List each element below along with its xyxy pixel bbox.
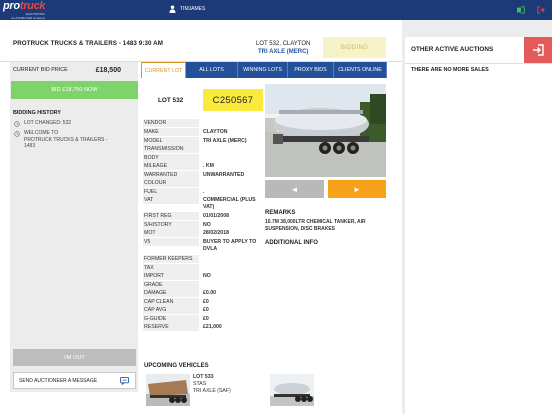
top-bar: [0, 0, 552, 20]
spec-row-damage: DAMAGE £0.00: [143, 289, 216, 298]
spec-row-import: IMPORT NO: [143, 272, 211, 281]
other-auctions-panel: [405, 37, 552, 414]
clock-icon: [14, 130, 20, 137]
bidding-history-title: BIDDING HISTORY: [13, 110, 61, 116]
current-bid-label: CURRENT BID PRICE: [13, 67, 68, 73]
spec-row-cap-avg: CAP AVG £0: [143, 306, 209, 315]
upcoming-lot: LOT 533: [193, 374, 214, 380]
spec-row-reserve: RESERVE £21,000: [143, 323, 222, 332]
user-icon: [169, 5, 176, 13]
spec-row-mileage: MILEAGE. KM: [143, 162, 214, 171]
spec-row-mot: MOT 28/02/2018: [143, 229, 229, 238]
tab-clients-online[interactable]: CLIENTS ONLINE: [334, 62, 387, 78]
divider: [405, 63, 552, 64]
history-text: WELCOME TO PROTRUCK TRUCKS & TRAILERS - …: [24, 130, 108, 149]
remarks-body: 10.7M 38,000LTR CHEMICAL TANKER, AIR SUS…: [265, 219, 366, 232]
current-bid-price: CURRENT BID PRICE £18,500: [10, 62, 138, 78]
spec-row-vat: VAT COMMERCIAL (PLUS VAT): [143, 196, 256, 210]
protruck-logo: protruck ELECTRONIC an ATA/BUYER company: [3, 0, 47, 21]
enter-auction-button[interactable]: [524, 37, 552, 63]
upcoming-make: STAS: [193, 381, 207, 387]
bidding-status-badge: BIDDING: [323, 37, 386, 58]
bid-now-button[interactable]: BID £18,750 NOW: [11, 81, 138, 99]
header-lot-line1: LOT 532, CLAYTON: [256, 41, 311, 47]
spec-row-first-reg: FIRST REG 01/01/2008: [143, 212, 229, 221]
im-out-button[interactable]: I'M OUT: [13, 349, 136, 366]
upcoming-vehicle-info[interactable]: LOT 533 STAS TRI AXLE (SAF): [193, 374, 231, 395]
upcoming-vehicle-thumbnail[interactable]: [146, 374, 190, 406]
upcoming-vehicles-title: UPCOMING VEHICLES: [144, 363, 209, 369]
header-lot-info: LOT 532, CLAYTON TRI AXLE (MERC): [256, 40, 310, 56]
tab-all-lots[interactable]: ALL LOTS: [186, 62, 238, 78]
spec-row-colour: COLOUR: [141, 179, 259, 188]
lot-tabs: CURRENT LOT ALL LOTS WINNING LOTS PROXY …: [141, 62, 391, 78]
spec-row-former-keepers: FORMER KEEPERS: [141, 255, 259, 264]
spec-row-v5: V5 BUYER TO APPLY TO DVLA: [143, 238, 257, 252]
header-lot-line2: TRI AXLE (MERC): [257, 49, 309, 55]
logo-wordmark: protruck: [3, 0, 46, 12]
history-item: LOT CHANGED: 532: [14, 120, 71, 127]
no-sales-message: THERE ARE NO MORE SALES: [411, 67, 489, 73]
vehicle-photo[interactable]: [265, 84, 386, 177]
remarks-title: REMARKS: [265, 210, 296, 216]
previous-photo-button[interactable]: ◄: [265, 180, 324, 198]
clock-icon: [14, 120, 20, 127]
enter-icon: [533, 44, 544, 56]
history-item: WELCOME TO PROTRUCK TRUCKS & TRAILERS - …: [14, 130, 107, 150]
spec-row-make: MAKE CLAYTON: [143, 128, 228, 137]
spec-row-vendor: VENDOR: [141, 119, 259, 128]
auction-title: PROTRUCK TRUCKS & TRAILERS - 1483 9:30 A…: [13, 40, 163, 47]
additional-info-title: ADDITIONAL INFO: [265, 240, 318, 246]
user-menu[interactable]: TIMJAMES: [169, 5, 205, 13]
user-name: TIMJAMES: [180, 6, 206, 12]
current-bid-value: £18,500: [95, 66, 121, 74]
upcoming-model: TRI AXLE (SAF): [193, 388, 231, 394]
lot-code-badge: C250567: [203, 89, 263, 111]
upcoming-vehicle-thumbnail[interactable]: [270, 374, 314, 406]
send-message-label: SEND AUCTIONEER A MESSAGE: [19, 377, 98, 384]
spec-row-transmission: TRANSMISSION: [141, 145, 259, 154]
tab-proxy-bids[interactable]: PROXY BIDS: [288, 62, 334, 78]
logout-icon[interactable]: [537, 6, 545, 14]
send-auctioneer-message-button[interactable]: SEND AUCTIONEER A MESSAGE: [13, 372, 136, 389]
other-auctions-title: OTHER ACTIVE AUCTIONS: [411, 46, 494, 53]
tab-current-lot[interactable]: CURRENT LOT: [141, 62, 186, 78]
lot-number: LOT 532: [158, 97, 184, 104]
message-icon: [120, 377, 129, 385]
history-text: LOT CHANGED: 532: [24, 120, 72, 126]
connection-icon[interactable]: [517, 6, 525, 14]
next-photo-button[interactable]: ►: [328, 180, 386, 198]
tab-winning-lots[interactable]: WINNING LOTS: [238, 62, 288, 78]
